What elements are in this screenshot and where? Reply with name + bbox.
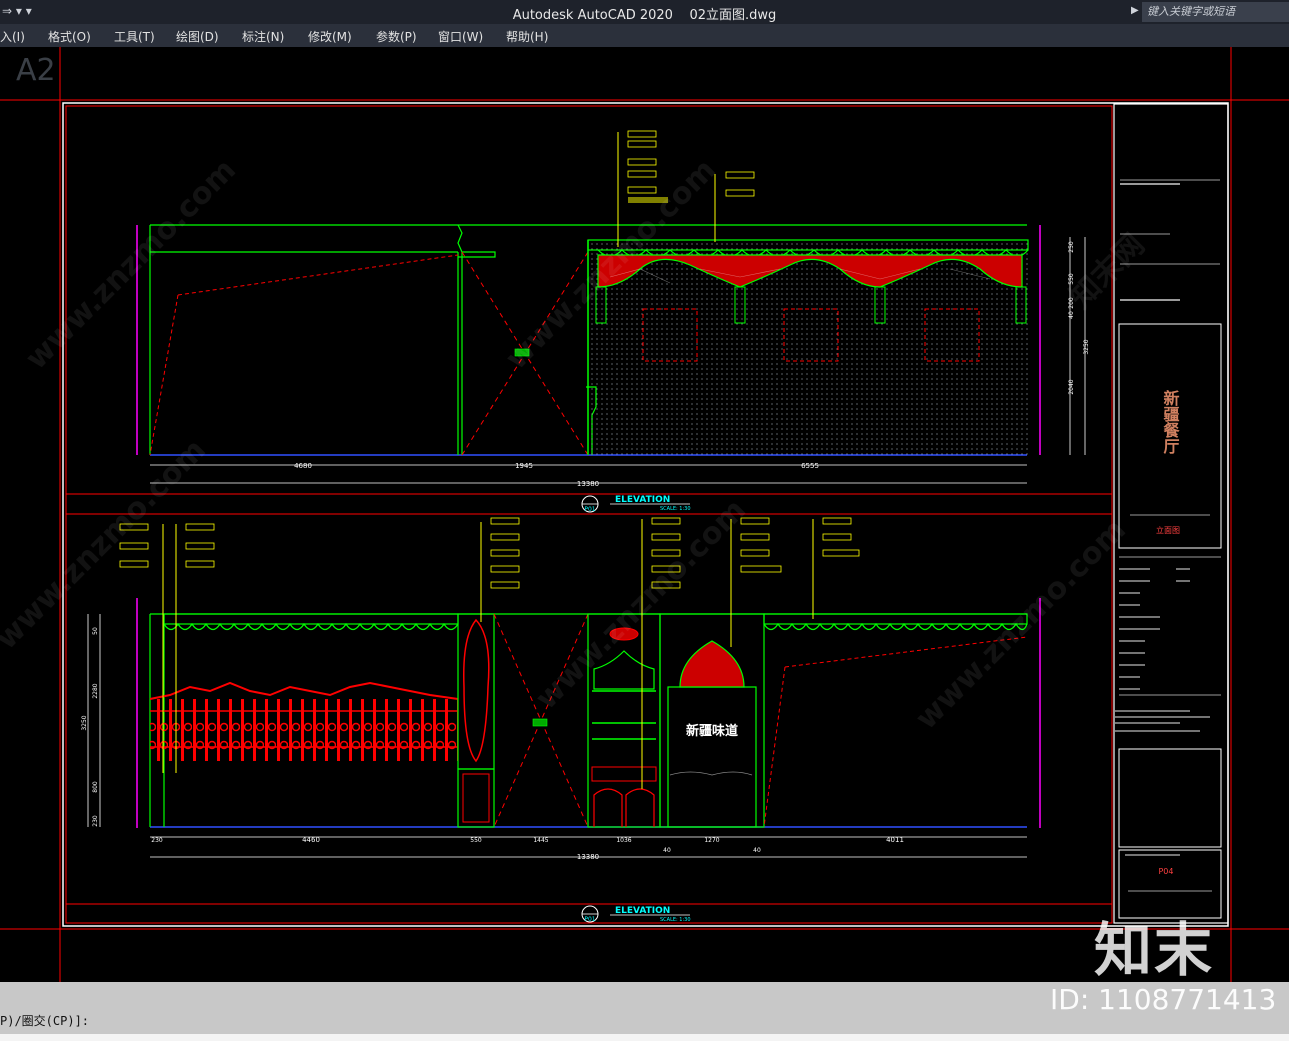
menu-insert[interactable]: 入(I) — [0, 28, 25, 45]
vdim-lower-1: 50 — [92, 627, 99, 635]
menu-window[interactable]: 窗口(W) — [438, 28, 483, 45]
menu-bar: 入(I) 格式(O) 工具(T) 绘图(D) 标注(N) 修改(M) 参数(P)… — [0, 24, 1289, 47]
vdim-lower-3: 3250 — [81, 715, 88, 730]
watermark-logo: 知末 — [1094, 916, 1215, 984]
elev-ref-upper: P01 — [584, 506, 595, 513]
elev-ref-lower: P01 — [584, 916, 595, 923]
dim-lower-6: 40 — [663, 847, 671, 854]
sheet-size-label: A2 — [16, 53, 56, 88]
title-block: 新疆餐厅 立面图 P04 — [1113, 103, 1229, 924]
menu-parameters[interactable]: 参数(P) — [376, 28, 417, 45]
dim-lower-8: 40 — [753, 847, 761, 854]
elev-title-upper: ELEVATION — [615, 495, 670, 505]
dim-lower-1: 230 — [151, 837, 163, 844]
command-prompt: P)/圈交(CP)]: — [0, 1014, 90, 1028]
sign-text: 新疆味道 — [686, 723, 738, 739]
dim-upper-total: 13380 — [577, 480, 599, 488]
drawing-canvas[interactable]: A2 4680 1945 6555 13380 250 550 200 40 2… — [0, 47, 1289, 982]
menu-format[interactable]: 格式(O) — [48, 28, 91, 45]
elev-scale-upper: SCALE: 1:30 — [660, 506, 691, 512]
vdim-lower-4: 800 — [92, 781, 99, 793]
search-placeholder: 键入关键字或短语 — [1147, 5, 1235, 18]
vdim-lower-5: 230 — [92, 815, 99, 827]
window-title: Autodesk AutoCAD 2020 02立面图.dwg — [0, 4, 1289, 23]
project-name: 新疆餐厅 — [1161, 389, 1181, 455]
dim-lower-4: 1445 — [533, 837, 548, 844]
dim-upper-2: 1945 — [515, 462, 533, 470]
menu-draw[interactable]: 绘图(D) — [176, 28, 219, 45]
menu-dimension[interactable]: 标注(N) — [242, 28, 284, 45]
file-name: 02立面图.dwg — [689, 8, 777, 23]
dim-lower-2: 4460 — [302, 836, 320, 844]
command-input[interactable] — [0, 1034, 1289, 1041]
dim-upper-1: 4680 — [294, 462, 312, 470]
search-expand-icon[interactable]: ▶ — [1131, 5, 1139, 16]
vdim-lower-2: 2280 — [92, 683, 99, 698]
menu-modify[interactable]: 修改(M) — [308, 28, 352, 45]
drawing-label: 立面图 — [1156, 525, 1180, 535]
search-input[interactable]: 键入关键字或短语 — [1142, 2, 1289, 22]
dim-lower-9: 4011 — [886, 836, 904, 844]
dim-lower-total: 13380 — [577, 853, 599, 861]
dim-lower-7: 1270 — [704, 837, 719, 844]
title-bar: ⇒ ▾ ▾ Autodesk AutoCAD 2020 02立面图.dwg ▶ … — [0, 0, 1289, 24]
dim-lower-3: 550 — [470, 837, 482, 844]
sheet-code: P04 — [1158, 867, 1173, 876]
menu-tools[interactable]: 工具(T) — [114, 28, 155, 45]
elevation-lower: 新疆味道 230 4460 550 1445 1036 40 1270 40 4… — [81, 517, 1041, 923]
elevation-upper: 4680 1945 6555 13380 250 550 200 40 2040… — [136, 130, 1090, 513]
watermark-id: ID: 1108771413 — [1050, 983, 1277, 1016]
app-title: Autodesk AutoCAD 2020 — [512, 8, 673, 23]
menu-help[interactable]: 帮助(H) — [506, 28, 548, 45]
elev-title-lower: ELEVATION — [615, 906, 670, 916]
dim-upper-3: 6555 — [801, 462, 819, 470]
vdim-upper-6: 3250 — [1083, 339, 1090, 354]
elev-scale-lower: SCALE: 1:30 — [660, 917, 691, 923]
vdim-upper-1: 250 — [1068, 241, 1075, 253]
dim-lower-5: 1036 — [616, 837, 631, 844]
vdim-upper-5: 2040 — [1068, 379, 1075, 394]
vdim-upper-4: 40 — [1068, 311, 1075, 319]
